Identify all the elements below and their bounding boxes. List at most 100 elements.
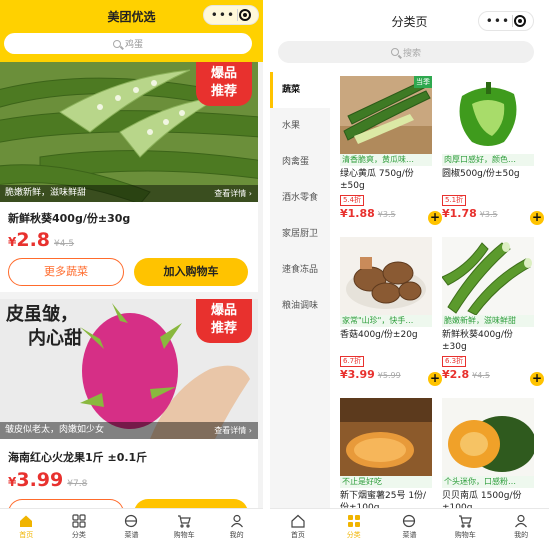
search-placeholder: 搜索 [402,48,421,59]
discount-badge: 6.7折 [340,356,365,367]
tab-cart[interactable]: 购物车 [158,509,211,544]
cart-icon [459,514,473,528]
product-card[interactable]: 爆品 推荐 脆嫩新鲜，滋味鲜甜 查看详情 › 新鲜秋葵400g/份±30g ¥2… [0,62,258,292]
add-to-cart-icon[interactable]: + [428,372,442,386]
close-miniapp-icon[interactable] [239,9,252,21]
tab-profile[interactable]: 我的 [210,509,263,544]
user-icon [230,514,243,527]
tab-cart[interactable]: 购物车 [437,509,493,544]
product-image[interactable] [442,76,534,154]
sidebar-item-meat-eggs[interactable]: 肉禽蛋 [270,144,330,180]
grid-product-card[interactable]: 当季 清香脆爽，黄瓜味… 绿心黄瓜 750g/份±50g 5.4折 ¥1.88 … [340,76,442,225]
original-price: ¥3.5 [377,210,396,219]
current-price: ¥3.99 [8,469,64,491]
badge-line: 爆品 [210,66,237,81]
category-sidebar: 蔬菜 水果 肉禽蛋 酒水零食 家居厨卫 速食冻品 粮油调味 [270,72,330,544]
grid-product-card[interactable]: 家常"山珍"，快手… 香菇400g/份±20g 6.7折 ¥3.99 ¥5.99… [340,237,442,386]
add-to-cart-icon[interactable]: + [428,211,442,225]
sidebar-item-grain-oil[interactable]: 粮油调味 [270,288,330,324]
pumpkin-photo [442,398,534,476]
tab-recipes[interactable]: 菜谱 [382,509,438,544]
tab-home[interactable]: 首页 [0,509,53,544]
price-row: ¥1.88 ¥3.5 [340,207,432,220]
miniapp-capsule[interactable]: ••• [478,11,534,31]
price-row: ¥3.99 ¥7.8 [8,469,87,491]
current-price: ¥1.88 [340,207,375,220]
original-price: ¥4.5 [54,239,75,249]
bottom-tab-bar: 首页 分类 菜谱 购物车 我的 [270,508,549,544]
grid-product-card[interactable]: 个头迷你，口感粉… 贝贝南瓜 1500g/份±100g [442,398,534,514]
user-icon [515,514,528,527]
add-to-cart-button[interactable]: 加入购物车 [134,258,248,286]
price-row: ¥3.99 ¥5.99 [340,368,432,381]
more-menu-icon[interactable]: ••• [211,9,235,21]
view-details-link[interactable]: 查看详情 › [214,422,252,439]
badge-line: 爆品 [210,303,237,318]
sidebar-item-vegetables[interactable]: 蔬菜 [270,72,330,108]
sidebar-item-home-kitchen[interactable]: 家居厨卫 [270,216,330,252]
product-image[interactable] [442,398,534,476]
product-name: 香菇400g/份±20g [340,330,418,340]
add-to-cart-icon[interactable]: + [530,211,544,225]
current-price: ¥2.8 [442,368,470,381]
current-price: ¥3.99 [340,368,375,381]
home-screen: 美团优选 ••• 鸡蛋 爆品 推荐 脆嫩新鲜，滋味鲜甜 查看详情 › 新鲜秋葵4… [0,0,263,544]
product-name: 圆椒500g/份±50g [442,169,520,179]
product-card[interactable]: 皮虽皱， 内心甜 爆品 推荐 皱皮似老太，肉嫩如少女 查看详情 › 海南红心火龙… [0,299,258,513]
sidebar-item-drinks-snacks[interactable]: 酒水零食 [270,180,330,216]
grid-product-card[interactable]: 脆嫩新鲜，滋味鲜甜 新鲜秋葵400g/份±30g 6.3折 ¥2.8 ¥4.5 … [442,237,544,386]
product-image[interactable] [442,237,534,315]
product-image[interactable]: 爆品 推荐 脆嫩新鲜，滋味鲜甜 查看详情 › [0,62,258,202]
discount-badge: 5.4折 [340,195,365,206]
grid-product-card[interactable]: 肉厚口感好，颜色… 圆椒500g/份±50g 5.1折 ¥1.78 ¥3.5 + [442,76,544,225]
home-icon [291,514,305,528]
product-desc: 清香脆爽，黄瓜味… [340,154,432,166]
discount-badge: 5.1折 [442,195,467,206]
search-icon [390,48,399,56]
view-details-link[interactable]: 查看详情 › [214,185,252,202]
search-icon [112,39,121,48]
hot-recommend-badge: 爆品 推荐 [196,62,252,106]
green-pepper-photo [442,76,534,154]
sweet-potato-photo [340,398,432,476]
product-desc: 肉厚口感好，颜色… [442,154,534,166]
more-vegetables-button[interactable]: 更多蔬菜 [8,258,124,286]
hot-recommend-badge: 爆品 推荐 [196,299,252,343]
tab-profile[interactable]: 我的 [493,509,549,544]
product-name: 新鲜秋葵400g/份±30g [8,212,131,225]
add-to-cart-icon[interactable]: + [530,372,544,386]
product-image[interactable]: 皮虽皱， 内心甜 爆品 推荐 皱皮似老太，肉嫩如少女 查看详情 › [0,299,258,439]
badge-line: 推荐 [210,321,237,336]
original-price: ¥4.5 [472,371,490,380]
tab-category[interactable]: 分类 [53,509,106,544]
miniapp-capsule[interactable]: ••• [203,5,259,25]
tab-home[interactable]: 首页 [270,509,326,544]
more-menu-icon[interactable]: ••• [486,15,510,27]
tab-recipes[interactable]: 菜谱 [105,509,158,544]
category-screen: 分类页 ••• 搜索 蔬菜 水果 肉禽蛋 酒水零食 家居厨卫 速食冻品 粮油调味 [270,0,549,544]
search-placeholder: 鸡蛋 [124,40,143,50]
sidebar-item-fruit[interactable]: 水果 [270,108,330,144]
search-input[interactable]: 搜索 [278,41,534,63]
tab-category[interactable]: 分类 [326,509,382,544]
seasonal-tag: 当季 [414,76,432,88]
product-desc: 不止是好吃 [340,476,432,488]
product-desc: 家常"山珍"，快手… [340,315,432,327]
cart-icon [178,514,191,528]
grid-product-card[interactable]: 不止是好吃 新下烟蜜薯25号 1份/份±100g [340,398,432,514]
close-miniapp-icon[interactable] [514,15,527,27]
discount-badge: 6.3折 [442,356,467,367]
price-row: ¥1.78 ¥3.5 [442,207,534,220]
bowl-icon [403,514,416,527]
mushroom-photo [340,237,432,315]
product-image[interactable]: 当季 [340,76,432,154]
home-header: 美团优选 ••• 鸡蛋 [0,0,263,62]
sidebar-item-frozen[interactable]: 速食冻品 [270,252,330,288]
product-image[interactable] [340,398,432,476]
product-image[interactable] [340,237,432,315]
image-slogan: 皮虽皱， 内心甜 [6,303,82,351]
okra-photo [442,237,534,315]
search-input[interactable]: 鸡蛋 [4,33,252,54]
product-name: 新鲜秋葵400g/份±30g [442,330,513,352]
grid-icon [347,514,360,527]
